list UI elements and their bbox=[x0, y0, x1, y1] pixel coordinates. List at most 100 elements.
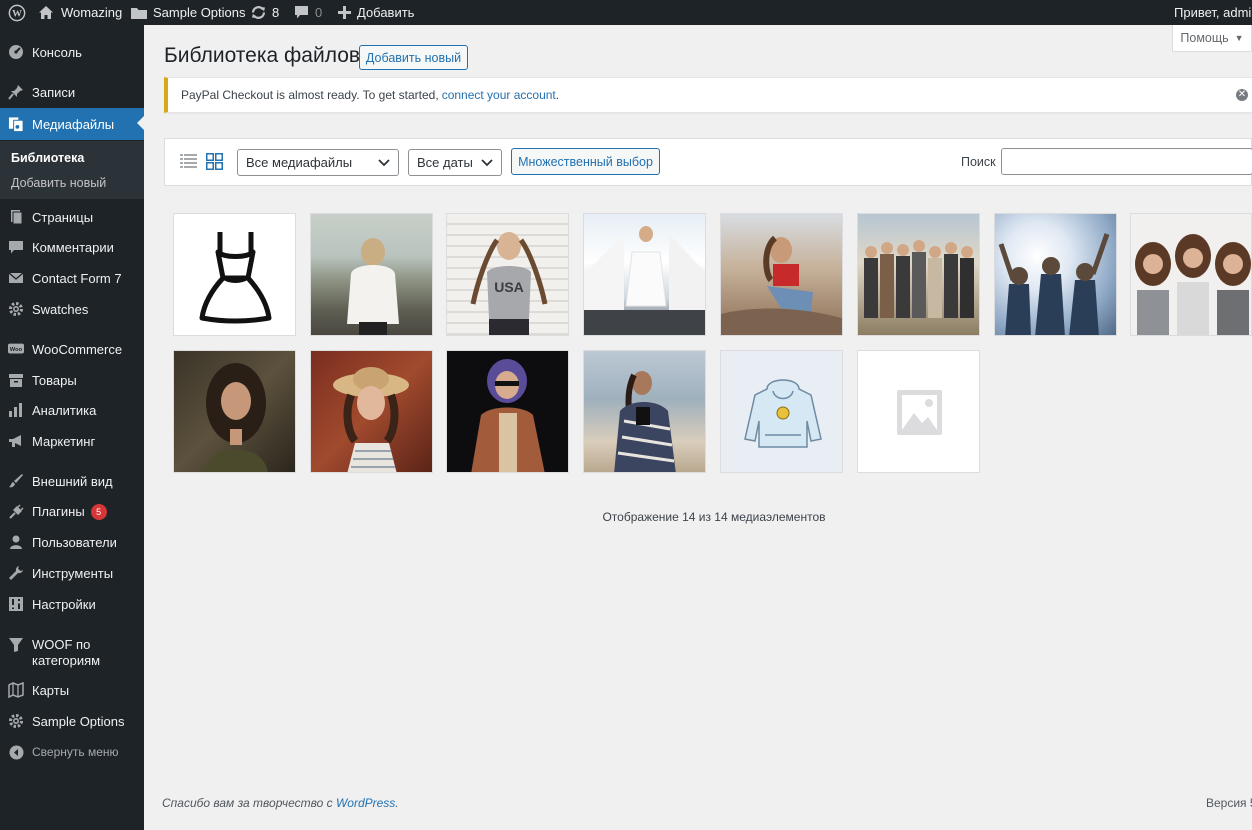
woman-sitting-rocks-photo bbox=[721, 235, 842, 335]
media-count-text: Отображение 14 из 14 медиаэлементов bbox=[602, 510, 826, 524]
plugin-icon bbox=[8, 504, 24, 520]
gear-icon bbox=[8, 713, 24, 729]
media-item-photo[interactable]: USA bbox=[446, 213, 569, 336]
media-item-photo[interactable] bbox=[720, 213, 843, 336]
menu-posts[interactable]: Записи bbox=[0, 77, 144, 107]
group-of-women-photo bbox=[864, 240, 974, 318]
media-item-placeholder[interactable] bbox=[857, 350, 980, 473]
update-icon bbox=[251, 6, 266, 19]
pin-icon bbox=[8, 84, 24, 100]
media-type-filter[interactable]: Все медиафайлы bbox=[237, 149, 399, 176]
media-item-hoodie-image[interactable] bbox=[720, 350, 843, 473]
dismiss-notice-icon[interactable]: ✕ bbox=[1236, 89, 1248, 101]
collapse-menu-button[interactable]: Свернуть меню bbox=[0, 737, 144, 767]
image-placeholder-icon bbox=[897, 390, 942, 435]
wordpress-logo-icon[interactable]: W bbox=[8, 0, 26, 25]
menu-dashboard[interactable]: Консоль bbox=[0, 37, 144, 67]
collapse-icon bbox=[8, 744, 24, 760]
page-title: Библиотека файлов bbox=[164, 44, 361, 67]
filter-icon bbox=[8, 637, 24, 653]
woman-white-dress-stairs-photo bbox=[584, 226, 705, 335]
three-women-photo bbox=[1135, 234, 1251, 335]
menu-tools[interactable]: Инструменты bbox=[0, 558, 144, 588]
dress-icon bbox=[199, 232, 272, 324]
woman-dark-hair-photo bbox=[204, 363, 268, 472]
menu-users[interactable]: Пользователи bbox=[0, 527, 144, 557]
help-tab-button[interactable]: Помощь ▼ bbox=[1172, 25, 1252, 52]
friends-sunset-photo bbox=[998, 233, 1110, 335]
svg-text:W: W bbox=[12, 8, 22, 19]
menu-products[interactable]: Товары bbox=[0, 365, 144, 395]
settings-icon bbox=[8, 596, 24, 612]
bulk-select-button[interactable]: Множественный выбор bbox=[511, 148, 660, 175]
account-link[interactable]: Привет, admin bbox=[1174, 0, 1252, 25]
notice-text: PayPal Checkout is almost ready. To get … bbox=[181, 88, 439, 102]
pages-icon bbox=[8, 209, 24, 225]
date-filter[interactable]: Все даты bbox=[408, 149, 502, 176]
footer-version: Версия 5 bbox=[1206, 796, 1252, 810]
connect-account-link[interactable]: connect your account bbox=[442, 88, 556, 102]
media-item-photo[interactable] bbox=[173, 350, 296, 473]
menu-comments[interactable]: Комментарии bbox=[0, 232, 144, 262]
mail-icon bbox=[8, 270, 24, 286]
paypal-notice: PayPal Checkout is almost ready. To get … bbox=[164, 77, 1252, 113]
woman-usa-tshirt-photo: USA bbox=[470, 232, 548, 335]
folder-icon bbox=[131, 7, 147, 19]
woman-straw-hat-photo bbox=[333, 367, 409, 472]
svg-text:Woo: Woo bbox=[10, 347, 23, 353]
menu-analytics[interactable]: Аналитика bbox=[0, 395, 144, 425]
svg-text:USA: USA bbox=[494, 279, 524, 295]
wrench-icon bbox=[8, 565, 24, 581]
menu-sample-options[interactable]: Sample Options bbox=[0, 706, 144, 736]
updates-link[interactable]: 8 bbox=[250, 0, 279, 25]
menu-media[interactable]: Медиафайлы bbox=[0, 108, 144, 140]
menu-marketing[interactable]: Маркетинг bbox=[0, 426, 144, 456]
media-item-photo[interactable] bbox=[857, 213, 980, 336]
admin-bar: W Womazing Sample Options 8 0 Добавить П… bbox=[0, 0, 1252, 25]
brush-icon bbox=[8, 473, 24, 489]
sample-options-link[interactable]: Sample Options bbox=[130, 0, 246, 25]
dashboard-icon bbox=[8, 44, 24, 60]
plus-icon bbox=[338, 6, 351, 19]
site-name-link[interactable]: Womazing bbox=[38, 0, 122, 25]
footer-thanks: Спасибо вам за творчество с WordPress. bbox=[162, 796, 399, 810]
caret-down-icon: ▼ bbox=[1234, 33, 1244, 43]
chart-icon bbox=[8, 402, 24, 418]
menu-plugins[interactable]: Плагины 5 bbox=[0, 497, 144, 527]
admin-sidebar: Консоль Записи Медиафайлы Библиотека Доб… bbox=[0, 25, 144, 830]
media-item-photo[interactable] bbox=[994, 213, 1117, 336]
add-new-link[interactable]: Добавить bbox=[338, 0, 414, 25]
media-item-photo[interactable] bbox=[583, 213, 706, 336]
media-icon bbox=[8, 116, 24, 132]
menu-appearance[interactable]: Внешний вид bbox=[0, 466, 144, 496]
media-item-photo[interactable] bbox=[446, 350, 569, 473]
menu-swatches[interactable]: Swatches bbox=[0, 294, 144, 324]
menu-woof[interactable]: WOOF по категориям bbox=[0, 633, 144, 673]
menu-pages[interactable]: Страницы bbox=[0, 202, 144, 232]
media-item-photo[interactable] bbox=[1130, 213, 1252, 336]
menu-woocommerce[interactable]: Woo WooCommerce bbox=[0, 334, 144, 364]
grid-view-icon[interactable] bbox=[206, 153, 223, 173]
map-icon bbox=[8, 682, 24, 698]
media-item-photo[interactable] bbox=[583, 350, 706, 473]
menu-settings[interactable]: Настройки bbox=[0, 589, 144, 619]
media-item-dress-icon[interactable] bbox=[173, 213, 296, 336]
woman-white-sweater-photo bbox=[347, 238, 399, 335]
wordpress-link[interactable]: WordPress bbox=[336, 796, 395, 810]
woman-beach-blanket-photo bbox=[614, 371, 676, 472]
archive-icon bbox=[8, 372, 24, 388]
chevron-down-icon bbox=[481, 159, 493, 167]
comment-bubble-icon bbox=[295, 6, 308, 19]
submenu-library[interactable]: Библиотека bbox=[11, 151, 84, 165]
list-view-icon[interactable] bbox=[180, 153, 197, 172]
add-new-button[interactable]: Добавить новый bbox=[359, 45, 468, 70]
menu-contact-form-7[interactable]: Contact Form 7 bbox=[0, 263, 144, 293]
search-input[interactable] bbox=[1001, 148, 1252, 175]
media-item-photo[interactable] bbox=[310, 213, 433, 336]
comments-link[interactable]: 0 bbox=[294, 0, 322, 25]
media-toolbar: Все медиафайлы Все даты Множественный вы… bbox=[164, 138, 1252, 186]
media-item-photo[interactable] bbox=[310, 350, 433, 473]
menu-maps[interactable]: Карты bbox=[0, 675, 144, 705]
comments-icon bbox=[8, 239, 24, 255]
submenu-add-new[interactable]: Добавить новый bbox=[11, 176, 106, 190]
